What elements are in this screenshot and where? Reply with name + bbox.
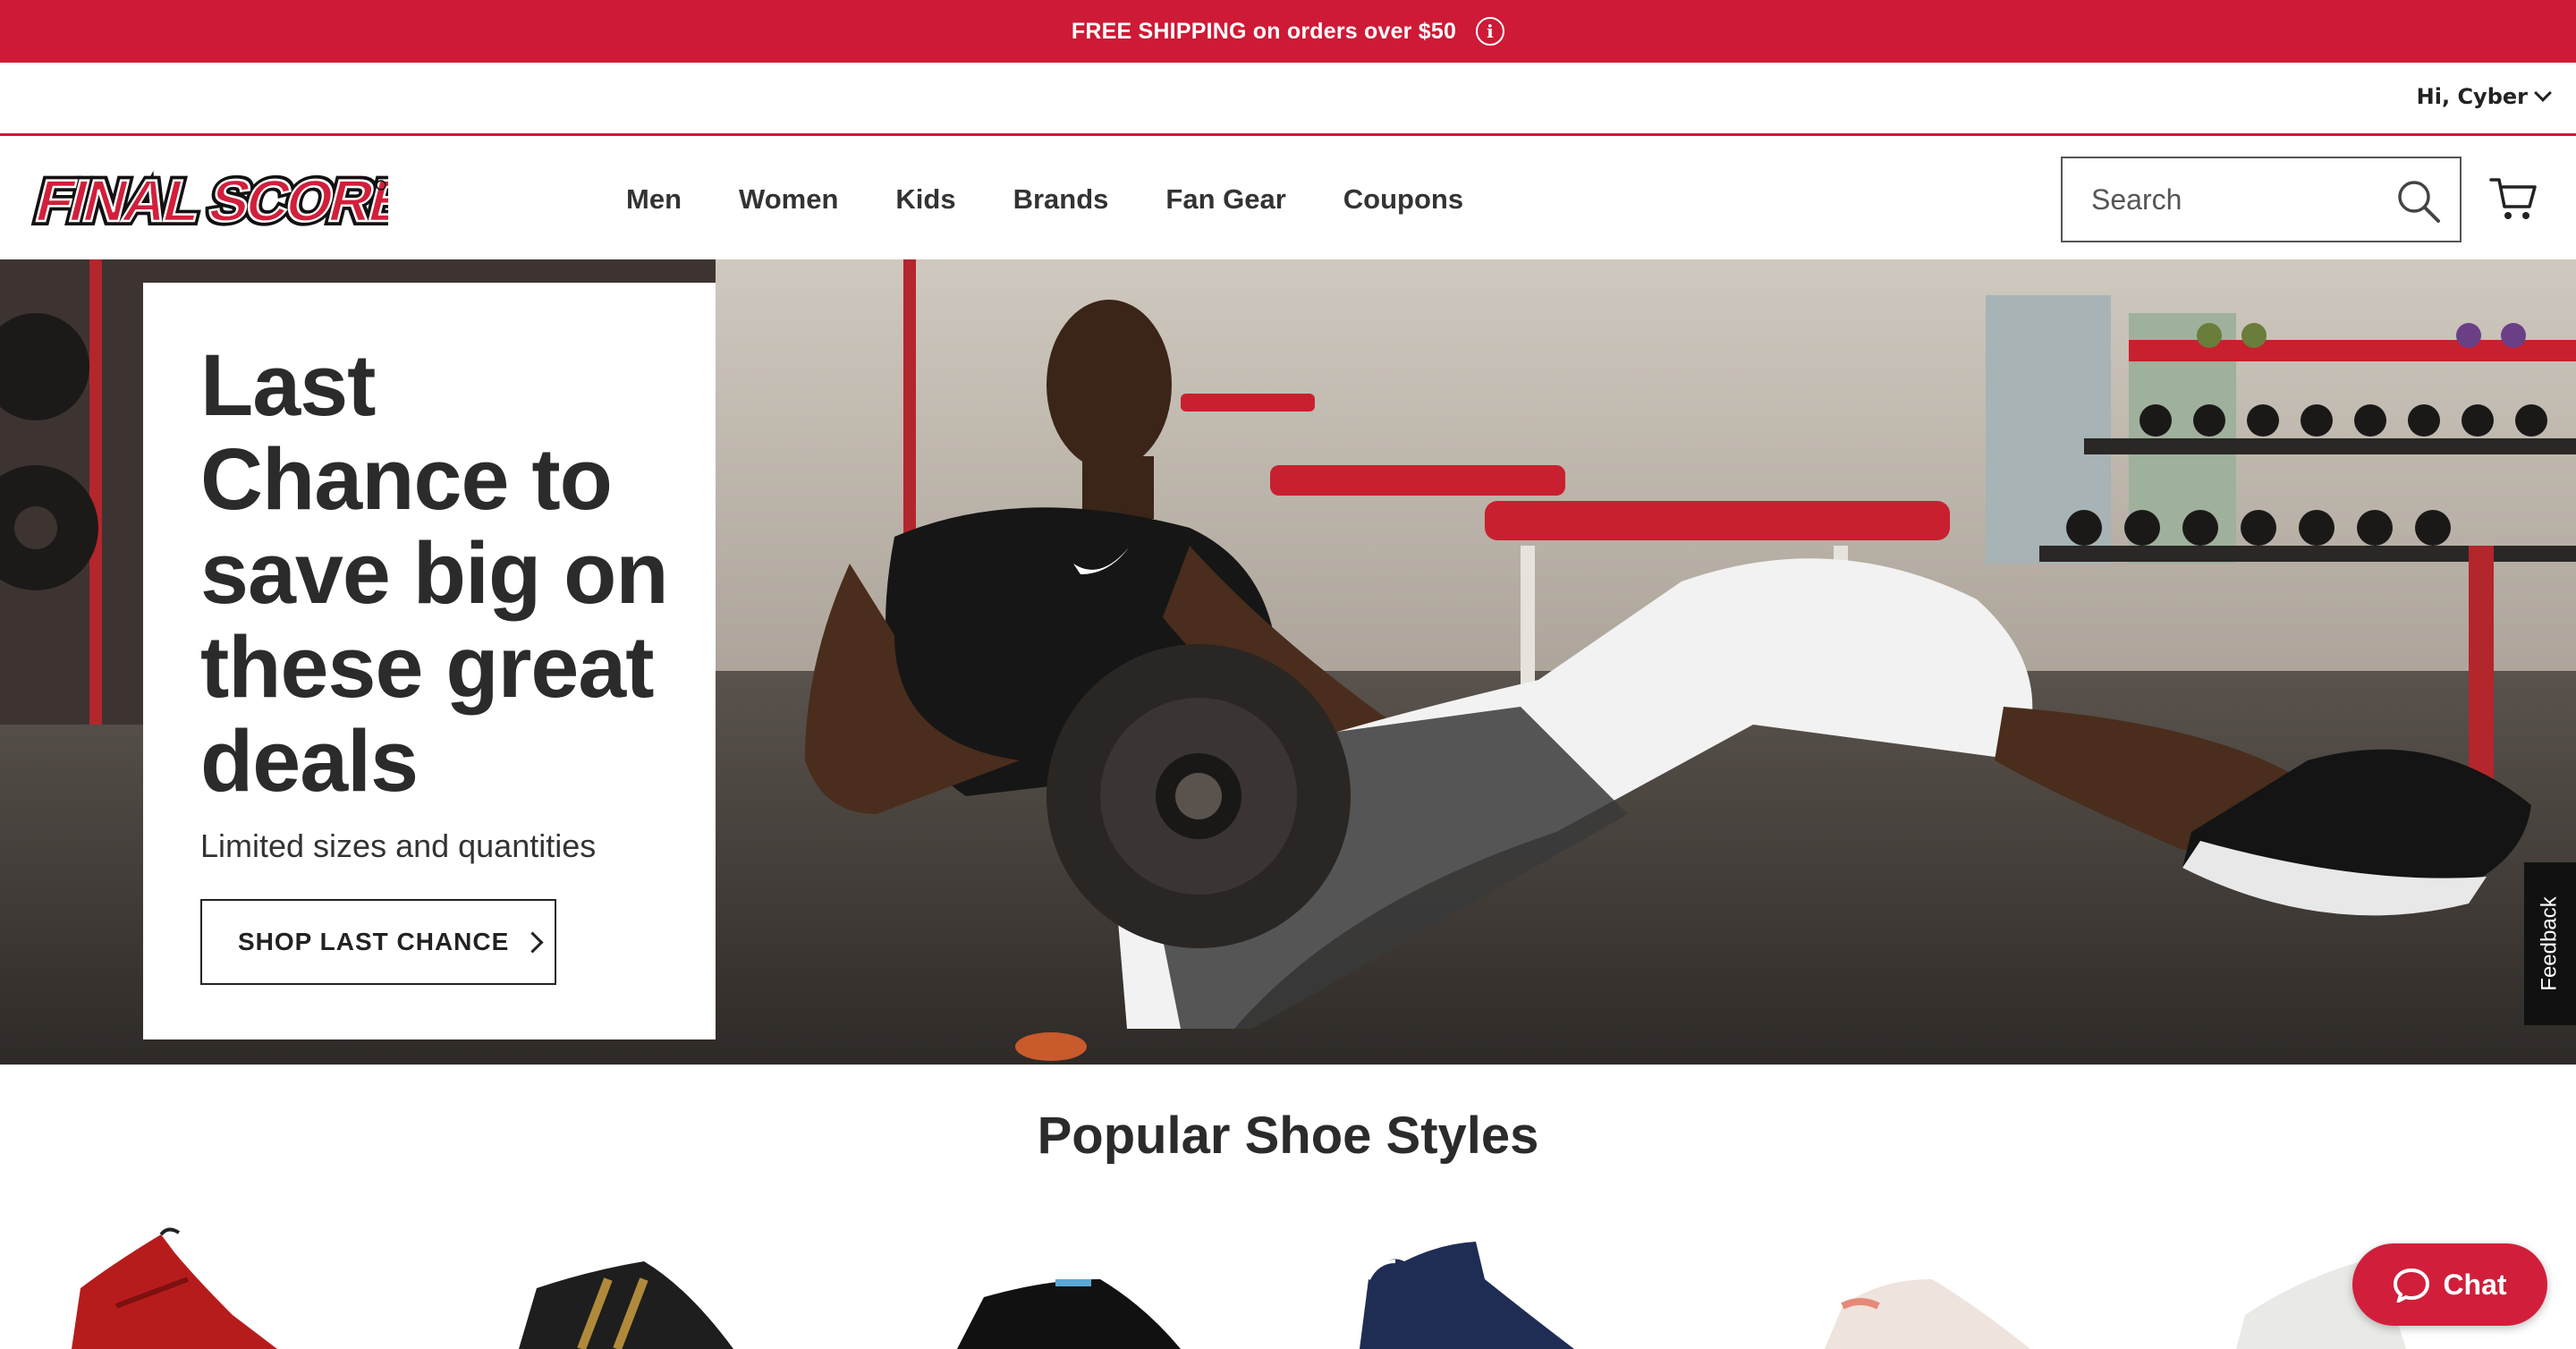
chat-button[interactable]: Chat [2352,1243,2547,1326]
hero-card: Last Chance to save big on these great d… [143,283,716,1039]
chat-label: Chat [2443,1268,2507,1301]
feedback-label: Feedback [2538,896,2562,991]
search-icon[interactable] [2395,178,2442,225]
shop-last-chance-button[interactable]: SHOP LAST CHANCE [200,899,556,985]
hero-title: Last Chance to save big on these great d… [200,336,669,810]
popular-shoe-styles-title: Popular Shoe Styles [1037,1107,1539,1165]
chevron-down-icon [2534,84,2552,102]
account-menu[interactable]: Hi, Cyber [2416,84,2552,109]
nav-kids[interactable]: Kids [895,183,955,216]
shoe-pink-image[interactable] [1816,1226,2048,1349]
cart-icon[interactable] [2488,173,2538,223]
account-strip: Hi, Cyber [0,63,2576,136]
shop-last-chance-label: SHOP LAST CHANCE [238,928,510,955]
feedback-tab[interactable]: Feedback [2524,862,2576,1025]
nav-fan-gear[interactable]: Fan Gear [1165,183,1285,216]
promo-text[interactable]: FREE SHIPPING on orders over $50 [1072,19,1456,45]
info-icon[interactable]: i [1476,17,1505,46]
shoe-navy-image[interactable] [1351,1226,1583,1349]
shoe-black-image[interactable] [948,1226,1181,1349]
shoe-black-gold-image[interactable] [510,1226,742,1349]
nav-women[interactable]: Women [739,183,838,216]
hero-subtitle: Limited sizes and quantities [200,827,597,864]
nav-brands[interactable]: Brands [1013,183,1109,216]
site-logo[interactable]: FINAL SCORE FINAL SCORE [25,164,421,239]
account-greeting: Hi, Cyber [2416,84,2528,109]
shoe-red-image[interactable] [63,1226,295,1349]
search-box [2061,157,2462,242]
chevron-right-icon [521,930,544,954]
search-input[interactable] [2091,182,2386,216]
shoe-carousel [0,1226,2576,1349]
nav-coupons[interactable]: Coupons [1343,183,1463,216]
nav-men[interactable]: Men [626,183,682,216]
hero-banner: Last Chance to save big on these great d… [0,259,2576,1065]
main-nav: Men Women Kids Brands Fan Gear Coupons [626,139,1521,259]
svg-text:FINAL SCORE: FINAL SCORE [30,168,388,233]
site-header: FINAL SCORE FINAL SCORE Men Women Kids B… [0,139,2576,259]
chat-bubble-icon [2394,1268,2430,1302]
promo-bar: FREE SHIPPING on orders over $50 i [0,0,2576,63]
